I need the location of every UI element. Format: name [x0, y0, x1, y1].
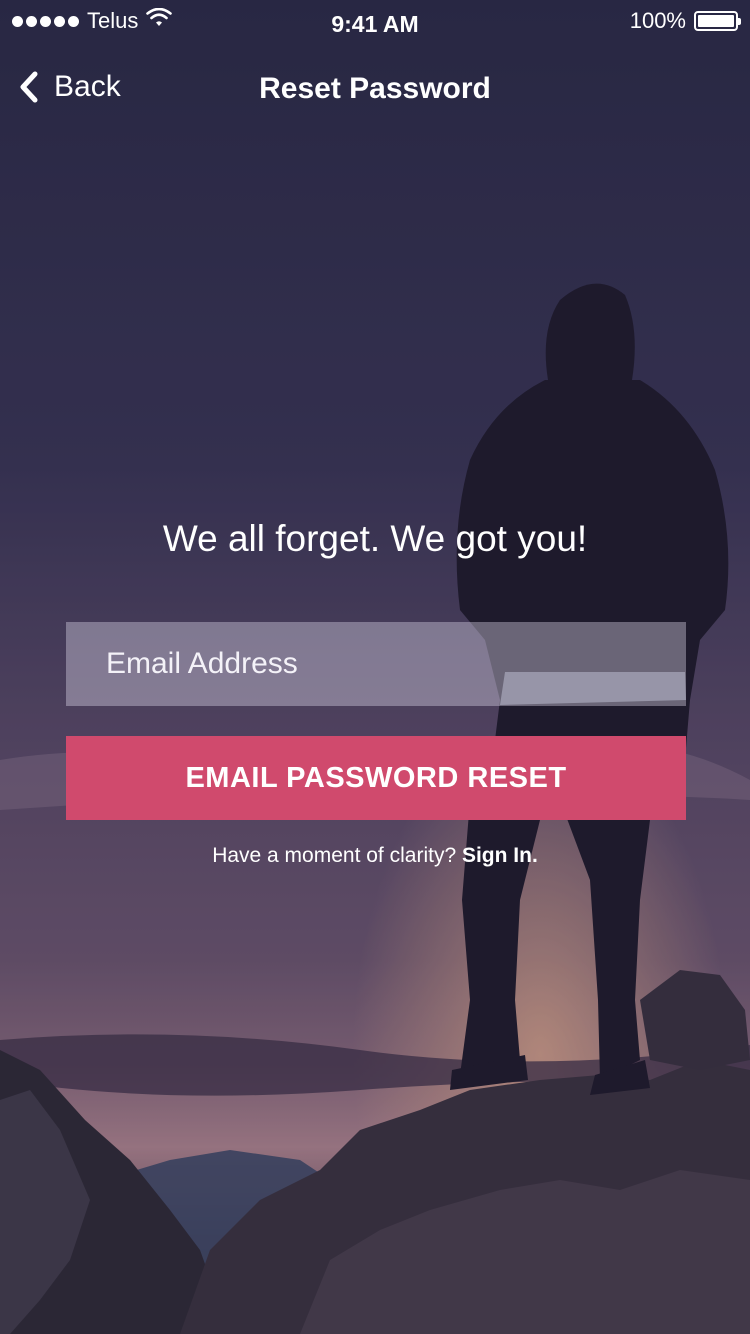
battery-percent: 100%	[629, 8, 686, 33]
status-bar: Telus 9:41 AM 100%	[0, 0, 750, 40]
navigation-bar: Back Reset Password	[0, 60, 750, 120]
email-field[interactable]	[66, 622, 686, 706]
signin-prompt: Have a moment of clarity?	[212, 844, 457, 867]
email-password-reset-button[interactable]: EMAIL PASSWORD RESET	[66, 736, 686, 820]
status-right: 100%	[629, 8, 741, 34]
signin-prompt-row: Have a moment of clarity? Sign In.	[0, 844, 750, 868]
battery-icon	[694, 11, 741, 31]
reset-form: We all forget. We got you! EMAIL PASSWOR…	[0, 0, 750, 1334]
signin-link[interactable]: Sign In.	[462, 844, 538, 867]
headline: We all forget. We got you!	[162, 518, 588, 559]
battery-fill	[698, 15, 734, 27]
page-title: Reset Password	[259, 72, 491, 105]
